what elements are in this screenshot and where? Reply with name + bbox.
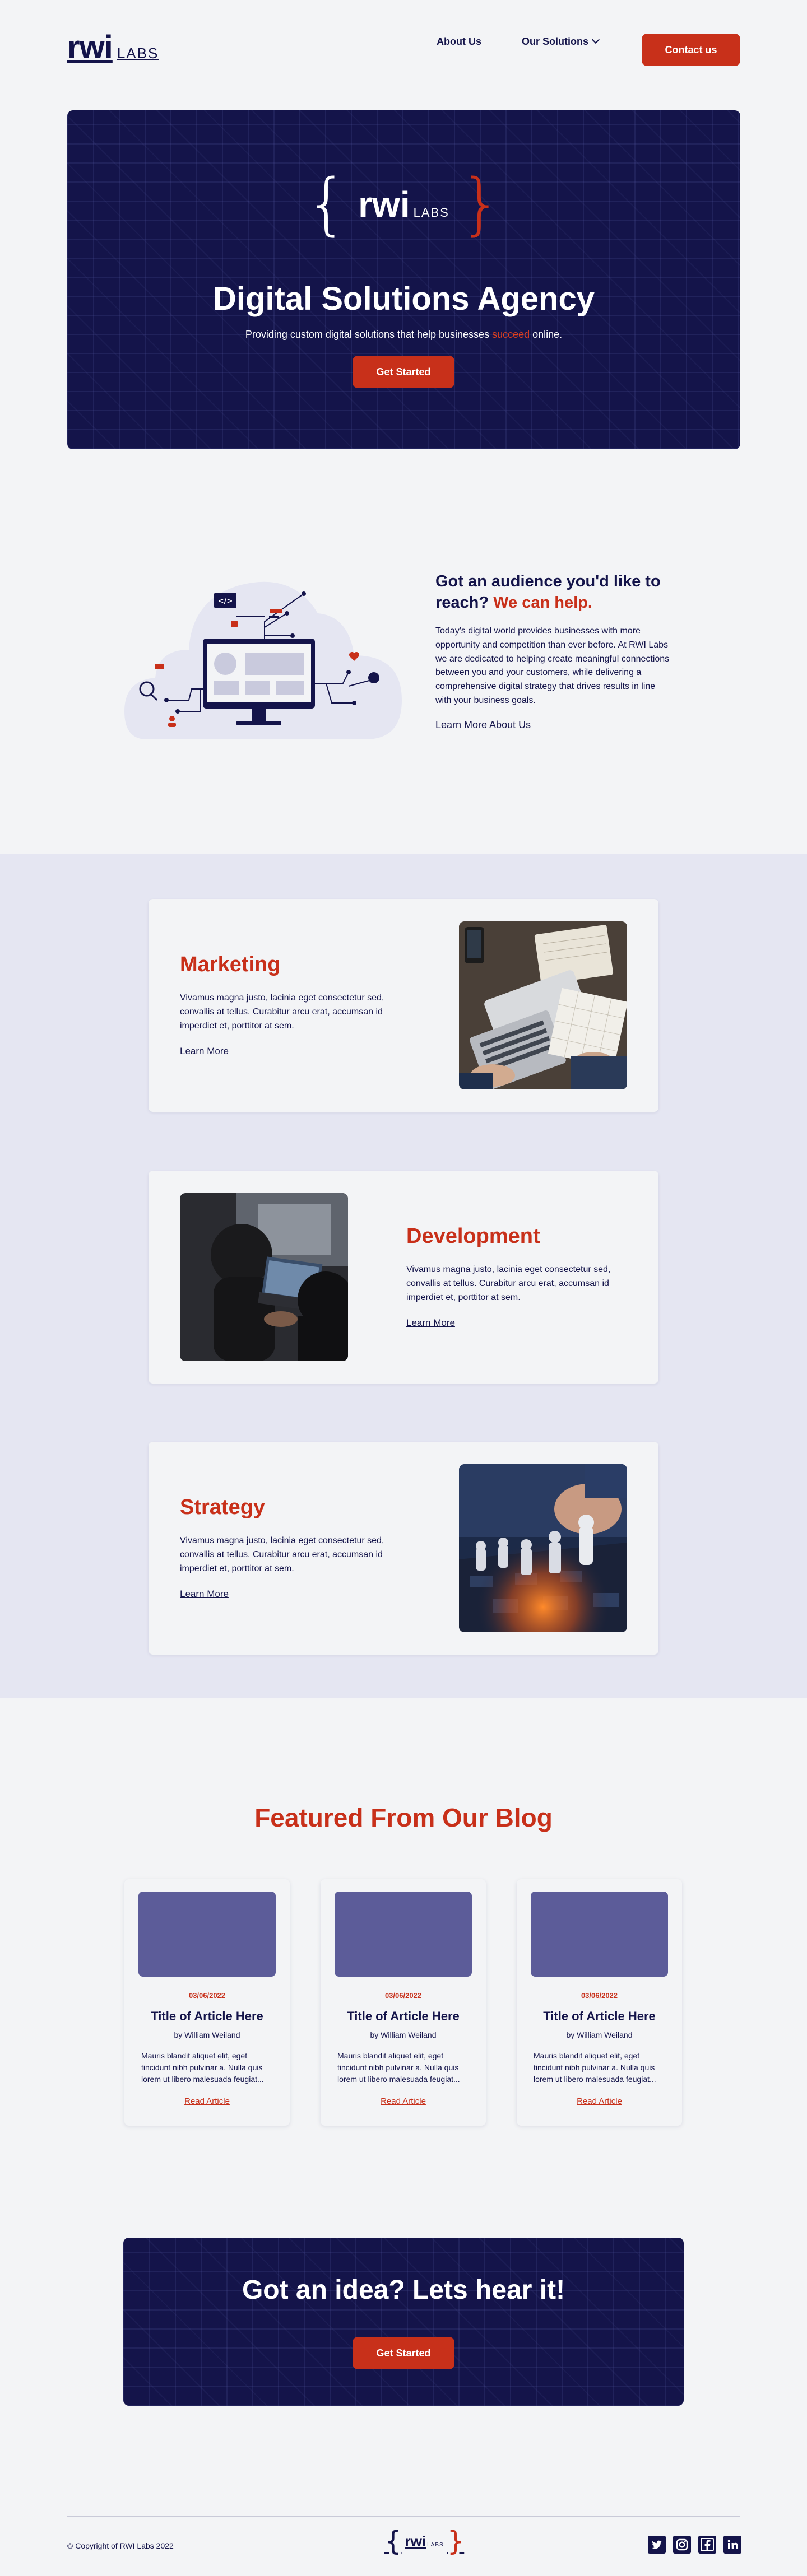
about-heading: Got an audience you'd like to reach? We …	[435, 571, 682, 613]
footer-logo-rwi: rwi	[405, 2532, 426, 2550]
service-title: Strategy	[180, 1496, 266, 1519]
blog-title: Title of Article Here	[347, 2009, 460, 2023]
blog-card: 03/06/2022 Title of Article Here by Will…	[517, 1879, 682, 2126]
blog-author: by William Weiland	[174, 2030, 240, 2039]
linkedin-icon[interactable]	[723, 2536, 741, 2554]
service-card-development: Development Vivamus magna justo, lacinia…	[149, 1171, 658, 1384]
illustration-thumbs-up	[231, 621, 238, 627]
service-description: Vivamus magna justo, lacinia eget consec…	[180, 1536, 384, 1573]
hero-logo-rwi: rwi	[358, 184, 410, 225]
site-header: rwi LABS About Us Our Solutions Contact …	[0, 0, 807, 100]
site-logo[interactable]: rwi LABS	[67, 31, 159, 64]
blog-thumbnail[interactable]	[138, 1892, 276, 1977]
blog-excerpt: Mauris blandit aliquet elit, eget tincid…	[337, 2051, 460, 2084]
illustration-code-label: </>	[218, 597, 233, 605]
learn-more-about-us-link[interactable]: Learn More About Us	[435, 719, 531, 731]
read-article-link[interactable]: Read Article	[517, 2097, 682, 2106]
about-heading-accent: We can help.	[493, 593, 592, 612]
contact-us-button[interactable]: Contact us	[642, 34, 740, 66]
footer-logo-brace-right: }	[447, 2526, 465, 2557]
logo-wordmark-labs: LABS	[117, 45, 159, 62]
illustration-flag	[155, 664, 164, 669]
service-learn-more-link[interactable]: Learn More	[406, 1317, 455, 1329]
service-card-strategy: Strategy Vivamus magna justo, lacinia eg…	[149, 1442, 658, 1655]
blog-date: 03/06/2022	[581, 1991, 618, 2000]
hero-logo: { rwi LABS }	[67, 171, 740, 238]
blog-date: 03/06/2022	[384, 1991, 422, 2000]
hero-logo-labs: LABS	[413, 206, 449, 220]
blog-card: 03/06/2022 Title of Article Here by Will…	[124, 1879, 290, 2126]
marketing-photo	[459, 921, 627, 1089]
illustration-lightbulb	[368, 672, 379, 683]
blog-thumbnail[interactable]	[335, 1892, 472, 1977]
blog-excerpt: Mauris blandit aliquet elit, eget tincid…	[534, 2051, 656, 2084]
read-article-link[interactable]: Read Article	[321, 2097, 486, 2106]
page: rwi LABS About Us Our Solutions Contact …	[0, 0, 807, 2576]
footer-logo-brace-left: {	[384, 2526, 402, 2557]
nav-our-solutions-label: Our Solutions	[522, 35, 588, 47]
hero-subtitle-end: online.	[530, 329, 563, 340]
illustration-chart	[270, 609, 282, 613]
blog-date: 03/06/2022	[188, 1991, 226, 2000]
hero-logo-brace-left: {	[305, 165, 349, 243]
cta-banner: Got an idea? Lets hear it! Get Started	[123, 2238, 684, 2406]
copyright-text: © Copyright of RWI Labs 2022	[67, 2541, 174, 2550]
cta-get-started-button[interactable]: Get Started	[353, 2337, 454, 2369]
strategy-photo	[459, 1464, 627, 1632]
hero-subtitle-accent: succeed	[492, 329, 530, 340]
footer-logo-wordmark: rwi LABS	[405, 2533, 444, 2550]
chevron-down-icon	[591, 35, 600, 44]
hero-banner: { rwi LABS } Digital Solutions Agency Pr…	[67, 110, 740, 449]
hero-logo-wordmark: rwi LABS	[358, 187, 449, 222]
social-links	[648, 2536, 741, 2554]
service-learn-more-link[interactable]: Learn More	[180, 1046, 229, 1057]
blog-heading: Featured From Our Blog	[254, 1803, 553, 1832]
logo-wordmark-rwi: rwi	[67, 29, 113, 66]
blog-author: by William Weiland	[566, 2030, 633, 2039]
read-article-link[interactable]: Read Article	[124, 2097, 290, 2106]
blog-title: Title of Article Here	[151, 2009, 263, 2023]
footer-logo-labs: LABS	[427, 2541, 444, 2548]
hero-subtitle: Providing custom digital solutions that …	[67, 329, 740, 341]
service-title: Marketing	[180, 953, 281, 976]
blog-thumbnail[interactable]	[531, 1892, 668, 1977]
blog-author: by William Weiland	[370, 2030, 437, 2039]
hero-subtitle-start: Providing custom digital solutions that …	[245, 329, 493, 340]
hero-get-started-button[interactable]: Get Started	[353, 356, 454, 388]
service-learn-more-link[interactable]: Learn More	[180, 1589, 229, 1600]
illustration-person	[169, 716, 175, 721]
about-body-text: Today's digital world provides businesse…	[435, 626, 670, 705]
nav-about-us[interactable]: About Us	[437, 36, 481, 48]
digital-solutions-illustration: </>	[124, 581, 402, 739]
facebook-icon[interactable]	[698, 2536, 716, 2554]
footer-logo[interactable]: { rwi LABS }	[384, 2528, 464, 2555]
twitter-icon[interactable]	[648, 2536, 666, 2554]
illustration-monitor-stand	[252, 709, 266, 721]
service-card-marketing: Marketing Vivamus magna justo, lacinia e…	[149, 899, 658, 1112]
blog-excerpt: Mauris blandit aliquet elit, eget tincid…	[141, 2051, 264, 2084]
nav-our-solutions[interactable]: Our Solutions	[522, 35, 600, 48]
development-photo	[180, 1193, 348, 1361]
blog-title: Title of Article Here	[543, 2009, 656, 2023]
hero-title: Digital Solutions Agency	[212, 281, 595, 317]
footer-divider	[67, 2516, 740, 2517]
service-description: Vivamus magna justo, lacinia eget consec…	[406, 1265, 611, 1302]
instagram-icon[interactable]	[673, 2536, 691, 2554]
hero-logo-brace-right: }	[459, 165, 503, 243]
services-section: Marketing Vivamus magna justo, lacinia e…	[0, 854, 807, 1698]
service-description: Vivamus magna justo, lacinia eget consec…	[180, 993, 384, 1031]
cta-title: Got an idea? Lets hear it!	[242, 2275, 565, 2305]
service-title: Development	[406, 1224, 540, 1248]
blog-card: 03/06/2022 Title of Article Here by Will…	[321, 1879, 486, 2126]
